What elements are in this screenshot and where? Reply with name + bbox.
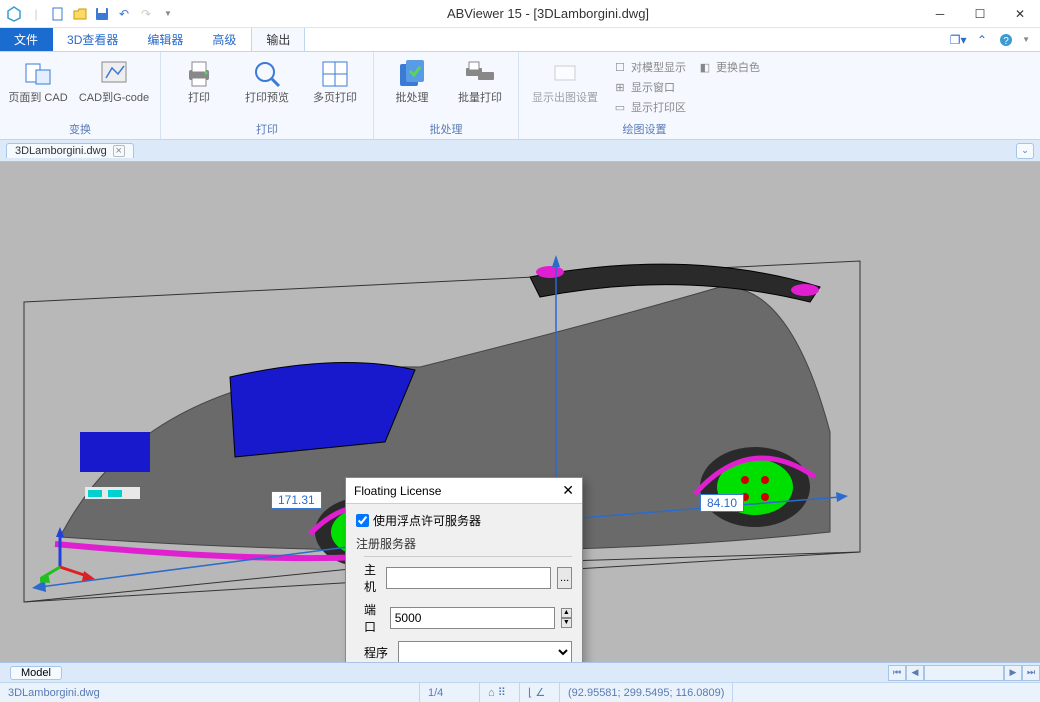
save-icon[interactable] [94,6,110,22]
document-tabs: 3DLamborgini.dwg × ⌄ [0,140,1040,162]
program-label: 程序 [364,644,392,661]
spin-up-icon[interactable]: ▲ [561,608,572,618]
window-title: ABViewer 15 - [3DLamborgini.dwg] [176,6,920,21]
use-floating-checkbox-row[interactable]: 使用浮点许可服务器 [356,512,572,529]
dialog-body: 使用浮点许可服务器 注册服务器 主机 ... 端口 ▲▼ 程序 [346,504,582,662]
document-tab[interactable]: 3DLamborgini.dwg × [6,143,134,158]
ribbon-group-batch: 批处理 批量打印 批处理 [374,52,519,139]
status-page: 1/4 [420,683,480,702]
minimize-button[interactable]: ─ [920,0,960,28]
tab-editor[interactable]: 编辑器 [133,28,198,51]
plot-small-buttons-2: ◧更换白色 [694,54,764,76]
ribbon-group-print: 打印 打印预览 多页打印 打印 [161,52,374,139]
document-tab-close-icon[interactable]: × [113,145,125,157]
qat-separator: | [28,6,44,22]
dialog-title: Floating License [354,484,441,498]
app-icon[interactable] [6,6,22,22]
print-preview-button[interactable]: 打印预览 [235,54,299,108]
ribbon-group-label: 打印 [167,121,367,139]
minimize-ribbon-icon[interactable]: ⌃ [974,32,990,48]
axis-gizmo[interactable] [40,527,100,592]
document-tab-dropdown[interactable]: ⌄ [1016,143,1034,159]
show-plot-settings-button[interactable]: 显示出图设置 [525,54,605,108]
show-print-area-button[interactable]: ▭显示打印区 [609,98,690,116]
open-icon[interactable] [72,6,88,22]
close-button[interactable]: ✕ [1000,0,1040,28]
tab-advanced[interactable]: 高级 [198,28,251,51]
window-controls: ─ ☐ ✕ [920,0,1040,28]
use-floating-checkbox[interactable] [356,514,369,527]
print-button[interactable]: 打印 [167,54,231,108]
port-input[interactable] [390,607,555,629]
titlebar: | ↶ ↷ ▼ ABViewer 15 - [3DLamborgini.dwg]… [0,0,1040,28]
model-tabs: Model ⏮ ◀ ▶ ⏭ [0,662,1040,682]
quick-access-toolbar: | ↶ ↷ ▼ [0,6,176,22]
tab-3dviewer[interactable]: 3D查看器 [53,28,133,51]
ribbon-group-label: 绘图设置 [525,121,764,139]
ribbon-group-label: 批处理 [380,121,512,139]
maximize-button[interactable]: ☐ [960,0,1000,28]
ribbon: 页面到 CAD CAD到G-code 变换 打印 打印预览 多页打印 打印 批处… [0,52,1040,140]
batch-print-button[interactable]: 批量打印 [448,54,512,108]
viewport-3d[interactable]: 171.31 84.10 Floating License ✕ 使用浮点许可服务… [0,162,1040,662]
cad-to-gcode-button[interactable]: CAD到G-code [74,54,154,108]
ribbon-group-plot: 显示出图设置 ☐对模型显示 ⊞显示窗口 ▭显示打印区 ◧更换白色 绘图设置 [519,52,770,139]
port-row: 端口 ▲▼ [364,601,572,635]
tabs-right-tools: ❐▾ ⌃ ? ▼ [950,28,1040,51]
floating-license-dialog: Floating License ✕ 使用浮点许可服务器 注册服务器 主机 ..… [345,477,583,662]
statusbar: 3DLamborgini.dwg 1/4 ⌂ ⠿ ⌊ ∠ (92.95581; … [0,682,1040,702]
page-to-cad-button[interactable]: 页面到 CAD [6,54,70,108]
port-label: 端口 [364,601,384,635]
dialog-close-icon[interactable]: ✕ [562,482,574,499]
status-filename: 3DLamborgini.dwg [0,683,420,702]
ribbon-group-transform: 页面到 CAD CAD到G-code 变换 [0,52,161,139]
qat-dropdown-icon[interactable]: ▼ [160,6,176,22]
scroll-first-icon[interactable]: ⏮ [888,665,906,681]
host-row: 主机 ... [364,561,572,595]
status-coords: (92.95581; 299.5495; 116.0809) [560,683,733,702]
dialog-titlebar[interactable]: Floating License ✕ [346,478,582,504]
hscroll-controls: ⏮ ◀ ▶ ⏭ [888,665,1040,681]
port-spinner[interactable]: ▲▼ [561,608,572,628]
tab-output[interactable]: 输出 [251,28,305,51]
help-icon[interactable]: ? [998,32,1014,48]
change-white-button[interactable]: ◧更换白色 [694,58,764,76]
dimension-label-b: 84.10 [700,494,744,512]
redo-icon[interactable]: ↷ [138,6,154,22]
register-server-group-label: 注册服务器 [356,535,572,552]
tab-file[interactable]: 文件 [0,28,53,51]
host-input[interactable] [386,567,551,589]
plot-small-buttons: ☐对模型显示 ⊞显示窗口 ▭显示打印区 [609,54,690,116]
show-window-button[interactable]: ⊞显示窗口 [609,78,690,96]
status-tool-icons[interactable]: ⌂ ⠿ [480,683,520,702]
new-icon[interactable] [50,6,66,22]
use-floating-label: 使用浮点许可服务器 [373,512,481,529]
scroll-left-icon[interactable]: ◀ [906,665,924,681]
ribbon-tabs: 文件 3D查看器 编辑器 高级 输出 ❐▾ ⌃ ? ▼ [0,28,1040,52]
host-browse-button[interactable]: ... [557,567,572,589]
program-row: 程序 [364,641,572,662]
multi-page-print-button[interactable]: 多页打印 [303,54,367,108]
model-tab[interactable]: Model [10,666,62,680]
svg-text:?: ? [1003,36,1009,47]
window-arrange-icon[interactable]: ❐▾ [950,32,966,48]
host-label: 主机 [364,561,380,595]
document-tab-label: 3DLamborgini.dwg [15,145,107,157]
program-select[interactable] [398,641,572,662]
status-angle-icons[interactable]: ⌊ ∠ [520,683,560,702]
show-as-model-button[interactable]: ☐对模型显示 [609,58,690,76]
undo-icon[interactable]: ↶ [116,6,132,22]
ribbon-group-label: 变换 [6,121,154,139]
help-dropdown-icon[interactable]: ▼ [1022,35,1030,44]
dimension-label-a: 171.31 [271,491,322,509]
batch-button[interactable]: 批处理 [380,54,444,108]
scroll-track[interactable] [924,665,1004,681]
scroll-last-icon[interactable]: ⏭ [1022,665,1040,681]
spin-down-icon[interactable]: ▼ [561,618,572,628]
scroll-right-icon[interactable]: ▶ [1004,665,1022,681]
